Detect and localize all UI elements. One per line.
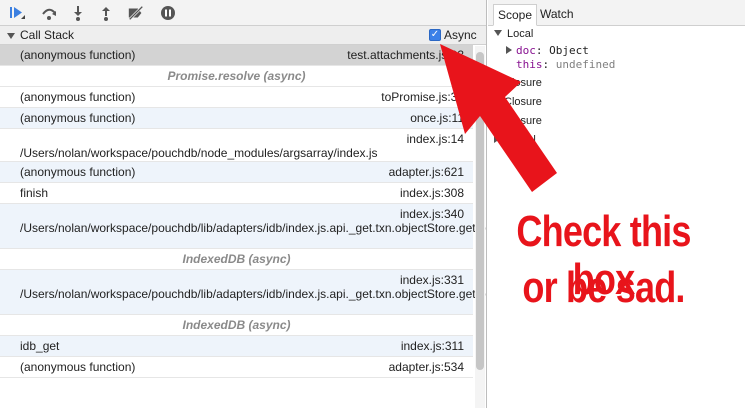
scrollbar-thumb[interactable] bbox=[476, 52, 484, 370]
pause-on-exceptions-icon[interactable] bbox=[159, 4, 177, 22]
scope-closure[interactable]: Closure bbox=[494, 96, 542, 108]
sidebar-tabs: Scope Watch bbox=[488, 0, 745, 26]
call-frame[interactable]: finish index.js:308 bbox=[0, 183, 473, 204]
scope-global[interactable]: Global bbox=[494, 134, 536, 146]
call-frame-selected[interactable]: (anonymous function) test.attachments.js… bbox=[0, 45, 473, 66]
expand-triangle-icon[interactable] bbox=[494, 30, 502, 36]
scope-closure[interactable]: Closure bbox=[494, 115, 542, 127]
frame-function: (anonymous function) bbox=[20, 165, 136, 179]
call-frame[interactable]: (anonymous function) adapter.js:621 bbox=[0, 162, 473, 183]
frame-location[interactable]: test.attachments.js:93 bbox=[347, 48, 464, 62]
tab-scope[interactable]: Scope bbox=[493, 4, 538, 26]
collapse-triangle-icon[interactable] bbox=[494, 116, 500, 124]
frame-function: (anonymous function) bbox=[20, 360, 136, 374]
expand-triangle-icon[interactable] bbox=[7, 33, 15, 39]
frame-function: idb_get bbox=[20, 339, 60, 353]
sources-debugger-pane: Call Stack ✓ Async (anonymous function) … bbox=[0, 0, 487, 408]
frame-path: /Users/nolan/workspace/pouchdb/lib/adapt… bbox=[20, 287, 487, 301]
collapse-triangle-icon[interactable] bbox=[494, 78, 500, 86]
async-separator-label: Promise.resolve (async) bbox=[167, 69, 306, 83]
scope-var-doc[interactable]: doc: Object bbox=[506, 44, 589, 57]
deactivate-breakpoints-icon[interactable] bbox=[127, 4, 145, 22]
step-over-icon[interactable] bbox=[40, 4, 58, 22]
call-frame[interactable]: idb_get index.js:311 bbox=[0, 336, 473, 357]
call-frame[interactable]: index.js:331 /Users/nolan/workspace/pouc… bbox=[0, 270, 487, 315]
frame-location[interactable]: adapter.js:621 bbox=[389, 165, 464, 179]
async-separator-label: IndexedDB (async) bbox=[182, 318, 291, 332]
scope-local[interactable]: Local bbox=[494, 28, 533, 40]
frame-function: (anonymous function) bbox=[20, 48, 136, 62]
step-out-icon[interactable] bbox=[97, 4, 115, 22]
frame-location[interactable]: once.js:11 bbox=[410, 111, 464, 125]
frame-location[interactable]: index.js:340 bbox=[400, 207, 464, 221]
scope-sidebar: Scope Watch Local doc: Object this: unde… bbox=[488, 0, 745, 408]
call-stack-scrollbar[interactable] bbox=[475, 46, 485, 408]
frame-path: /Users/nolan/workspace/pouchdb/node_modu… bbox=[20, 146, 378, 160]
call-stack-header[interactable]: Call Stack ✓ Async bbox=[0, 26, 486, 45]
async-separator: Promise.resolve (async) bbox=[0, 66, 473, 87]
frame-location[interactable]: toPromise.js:31 bbox=[381, 90, 464, 104]
frame-location[interactable]: index.js:311 bbox=[401, 339, 464, 353]
call-frame[interactable]: index.js:14 /Users/nolan/workspace/pouch… bbox=[0, 129, 473, 162]
tab-watch[interactable]: Watch bbox=[536, 4, 578, 26]
call-frame[interactable]: (anonymous function) toPromise.js:31 bbox=[0, 87, 473, 108]
frame-function: (anonymous function) bbox=[20, 111, 136, 125]
collapse-triangle-icon[interactable] bbox=[506, 46, 512, 54]
debugger-toolbar bbox=[0, 0, 486, 26]
call-stack-title: Call Stack bbox=[20, 28, 75, 42]
frame-location[interactable]: adapter.js:534 bbox=[389, 360, 464, 374]
call-frame[interactable]: (anonymous function) adapter.js:534 bbox=[0, 357, 473, 378]
frame-path: /Users/nolan/workspace/pouchdb/lib/adapt… bbox=[20, 221, 486, 235]
call-stack-list: (anonymous function) test.attachments.js… bbox=[0, 45, 487, 378]
scope-closure[interactable]: Closure bbox=[494, 77, 542, 89]
frame-function: (anonymous function) bbox=[20, 90, 136, 104]
async-checkbox[interactable]: ✓ bbox=[429, 29, 441, 41]
resume-icon[interactable] bbox=[8, 4, 26, 22]
async-checkbox-label[interactable]: Async bbox=[444, 28, 477, 42]
frame-location[interactable]: index.js:308 bbox=[400, 186, 464, 200]
call-frame[interactable]: (anonymous function) once.js:11 bbox=[0, 108, 473, 129]
call-frame[interactable]: index.js:340 /Users/nolan/workspace/pouc… bbox=[0, 204, 486, 249]
frame-location[interactable]: index.js:331 bbox=[400, 273, 464, 287]
step-into-icon[interactable] bbox=[69, 4, 87, 22]
frame-location[interactable]: index.js:14 bbox=[407, 132, 464, 146]
async-separator-label: IndexedDB (async) bbox=[182, 252, 291, 266]
frame-function: finish bbox=[20, 186, 49, 200]
collapse-triangle-icon[interactable] bbox=[494, 97, 500, 105]
collapse-triangle-icon[interactable] bbox=[494, 135, 500, 143]
async-separator: IndexedDB (async) bbox=[0, 315, 473, 336]
async-separator: IndexedDB (async) bbox=[0, 249, 473, 270]
scope-var-this[interactable]: this: undefined bbox=[516, 58, 615, 71]
